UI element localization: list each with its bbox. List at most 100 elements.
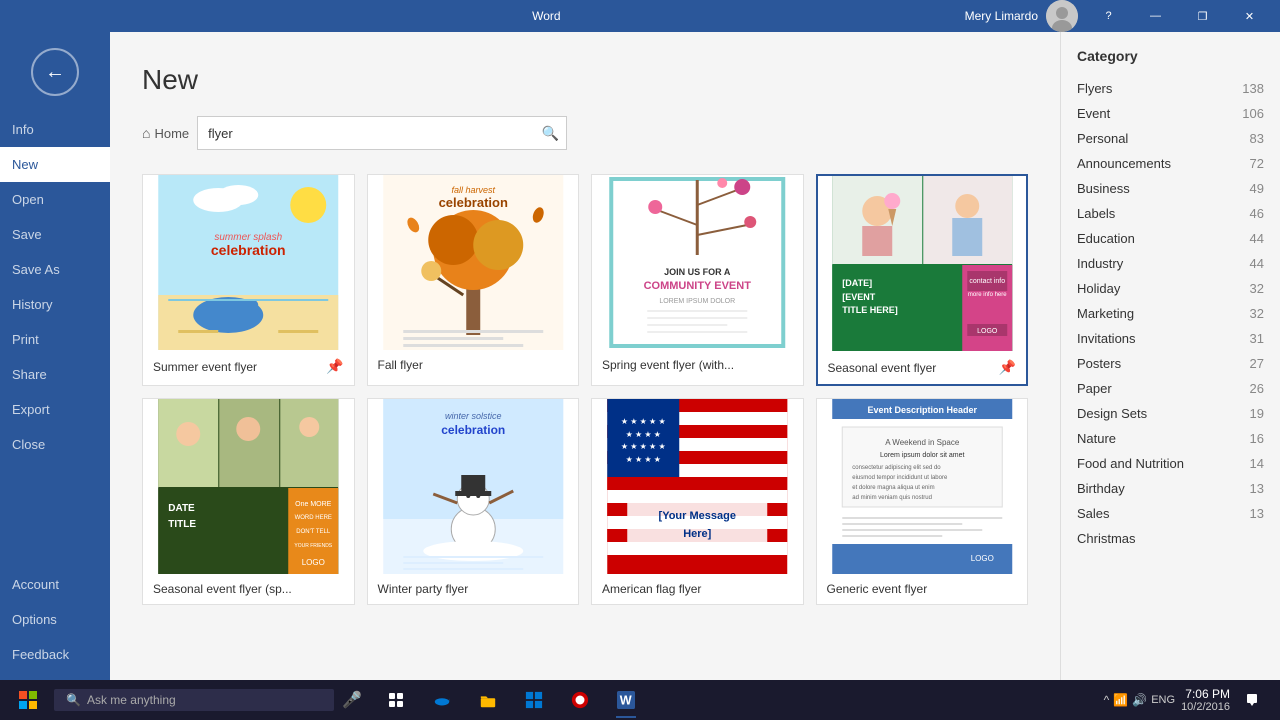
systray-arrow[interactable]: ^ xyxy=(1104,693,1110,707)
sidebar-item-options[interactable]: Options xyxy=(0,602,110,637)
taskbar-app-explorer[interactable] xyxy=(466,680,510,720)
category-count: 44 xyxy=(1250,231,1264,246)
category-item[interactable]: Christmas xyxy=(1061,526,1280,551)
sidebar-item-save-as[interactable]: Save As xyxy=(0,252,110,287)
sidebar-item-new[interactable]: New xyxy=(0,147,110,182)
category-label: Event xyxy=(1077,106,1110,121)
category-item[interactable]: Labels46 xyxy=(1061,201,1280,226)
back-button[interactable]: ← xyxy=(31,48,79,96)
sidebar-item-feedback[interactable]: Feedback xyxy=(0,637,110,672)
sidebar-item-history[interactable]: History xyxy=(0,287,110,322)
svg-text:celebration: celebration xyxy=(211,242,286,258)
template-card[interactable]: fall harvest celebration Fall flyer xyxy=(367,174,580,386)
category-item[interactable]: Design Sets19 xyxy=(1061,401,1280,426)
taskbar-app-edge[interactable] xyxy=(420,680,464,720)
page-title: New xyxy=(142,64,1028,96)
template-label: Generic event flyer xyxy=(817,574,1028,604)
svg-text:contact info: contact info xyxy=(969,278,1005,285)
svg-text:WORD HERE: WORD HERE xyxy=(295,515,332,521)
svg-text:A Weekend in Space: A Weekend in Space xyxy=(885,438,960,447)
sidebar-item-info[interactable]: Info xyxy=(0,112,110,147)
language-label[interactable]: ENG xyxy=(1151,694,1175,706)
restore-button[interactable]: ❐ xyxy=(1180,0,1225,32)
template-card[interactable]: Event Description Header A Weekend in Sp… xyxy=(816,398,1029,605)
category-item[interactable]: Announcements72 xyxy=(1061,151,1280,176)
minimize-button[interactable]: — xyxy=(1133,0,1178,32)
category-label: Food and Nutrition xyxy=(1077,456,1184,471)
template-thumbnail: fall harvest celebration xyxy=(368,175,579,350)
svg-text:Event Description Header: Event Description Header xyxy=(867,405,977,415)
template-card[interactable]: ★ ★ ★ ★ ★ ★ ★ ★ ★ ★ ★ ★ ★ ★ ★ ★ ★ ★ [You… xyxy=(591,398,804,605)
category-item[interactable]: Industry44 xyxy=(1061,251,1280,276)
svg-text:LOGO: LOGO xyxy=(977,328,998,335)
template-card[interactable]: summer splash celebration Summer event f… xyxy=(142,174,355,386)
category-item[interactable]: Nature16 xyxy=(1061,426,1280,451)
home-icon: ⌂ xyxy=(142,125,150,141)
template-card[interactable]: JOIN US FOR A COMMUNITY EVENT LOREM IPSU… xyxy=(591,174,804,386)
category-item[interactable]: Business49 xyxy=(1061,176,1280,201)
template-card[interactable]: [DATE] [EVENT TITLE HERE] contact info m… xyxy=(816,174,1029,386)
sidebar-item-share[interactable]: Share xyxy=(0,357,110,392)
category-item[interactable]: Event106 xyxy=(1061,101,1280,126)
svg-text:★ ★ ★ ★: ★ ★ ★ ★ xyxy=(626,455,661,464)
taskbar-app-store[interactable] xyxy=(512,680,556,720)
clock-date: 10/2/2016 xyxy=(1181,701,1230,713)
svg-text:DATE: DATE xyxy=(168,503,195,514)
close-button[interactable]: ✕ xyxy=(1227,0,1272,32)
svg-text:JOIN US FOR A: JOIN US FOR A xyxy=(664,267,731,277)
category-count: 138 xyxy=(1242,81,1264,96)
home-link[interactable]: ⌂ Home xyxy=(142,125,189,141)
svg-text:consectetur adipiscing elit se: consectetur adipiscing elit sed do xyxy=(852,465,941,471)
sidebar-item-print[interactable]: Print xyxy=(0,322,110,357)
notification-button[interactable] xyxy=(1236,680,1268,720)
svg-text:LOGO: LOGO xyxy=(970,554,993,563)
taskbar: 🔍 Ask me anything 🎤 xyxy=(0,680,1280,720)
svg-text:more info here: more info here xyxy=(967,292,1006,298)
category-item[interactable]: Marketing32 xyxy=(1061,301,1280,326)
taskbar-app-taskview[interactable] xyxy=(374,680,418,720)
start-button[interactable] xyxy=(4,680,52,720)
search-input[interactable] xyxy=(198,120,534,147)
category-count: 19 xyxy=(1250,406,1264,421)
taskbar-app-antivirus[interactable] xyxy=(558,680,602,720)
sidebar-item-label: Info xyxy=(12,122,34,137)
template-thumbnail: winter solstice celebration xyxy=(368,399,579,574)
category-count: 26 xyxy=(1250,381,1264,396)
category-label: Invitations xyxy=(1077,331,1136,346)
category-item[interactable]: Posters27 xyxy=(1061,351,1280,376)
sidebar-item-export[interactable]: Export xyxy=(0,392,110,427)
category-item[interactable]: Food and Nutrition 14 xyxy=(1061,451,1280,476)
network-icon[interactable]: 📶 xyxy=(1113,693,1128,707)
taskbar-search[interactable]: 🔍 Ask me anything xyxy=(54,689,334,711)
category-label: Labels xyxy=(1077,206,1115,221)
category-count: 14 xyxy=(1250,456,1264,471)
app-name: Word xyxy=(532,9,560,23)
category-item[interactable]: Sales13 xyxy=(1061,501,1280,526)
category-item[interactable]: Personal83 xyxy=(1061,126,1280,151)
category-item[interactable]: Paper 26 xyxy=(1061,376,1280,401)
search-button[interactable]: 🔍 xyxy=(534,117,566,149)
template-card[interactable]: DATE TITLE One MORE WORD HERE DON'T TELL… xyxy=(142,398,355,605)
sidebar-item-close[interactable]: Close xyxy=(0,427,110,462)
category-item[interactable]: Holiday32 xyxy=(1061,276,1280,301)
category-item[interactable]: Education44 xyxy=(1061,226,1280,251)
pin-icon: 📌 xyxy=(999,359,1016,376)
taskbar-app-word[interactable]: W xyxy=(604,680,648,720)
taskbar-mic[interactable]: 🎤 xyxy=(336,680,368,720)
sidebar-item-label: History xyxy=(12,297,52,312)
sidebar-item-open[interactable]: Open xyxy=(0,182,110,217)
category-item[interactable]: Birthday13 xyxy=(1061,476,1280,501)
clock-time: 7:06 PM xyxy=(1181,687,1230,701)
sidebar-item-account[interactable]: Account xyxy=(0,567,110,602)
volume-icon[interactable]: 🔊 xyxy=(1132,693,1147,707)
taskbar-clock[interactable]: 7:06 PM 10/2/2016 xyxy=(1181,687,1230,713)
category-label: Industry xyxy=(1077,256,1123,271)
help-button[interactable]: ? xyxy=(1086,0,1131,32)
titlebar: Word Mery Limardo ? — ❐ ✕ xyxy=(0,0,1280,32)
category-item[interactable]: Invitations31 xyxy=(1061,326,1280,351)
template-card[interactable]: winter solstice celebration Winter party… xyxy=(367,398,580,605)
back-icon: ← xyxy=(45,61,65,84)
category-item[interactable]: Flyers138 xyxy=(1061,76,1280,101)
sidebar-item-save[interactable]: Save xyxy=(0,217,110,252)
category-label: Paper xyxy=(1077,381,1112,396)
